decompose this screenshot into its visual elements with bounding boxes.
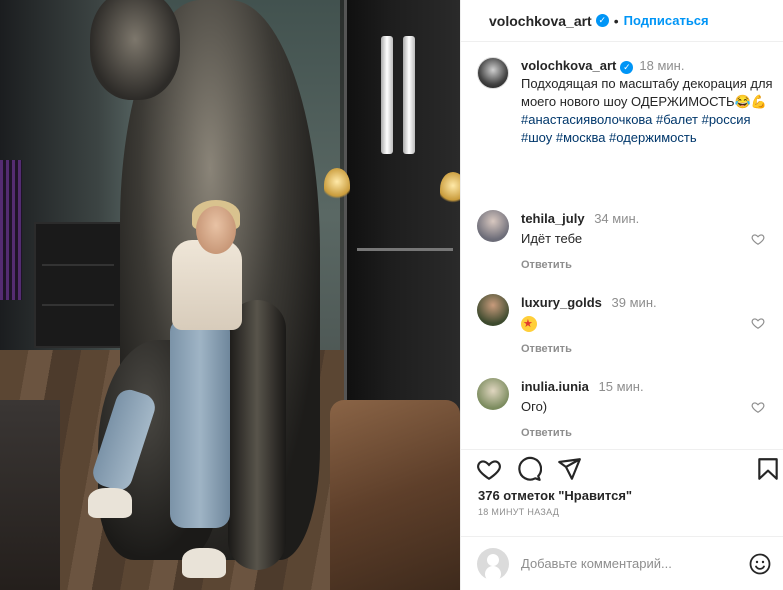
post-timestamp: 18 МИНУТ НАЗАД <box>478 507 560 517</box>
comment-time[interactable]: 15 мин. <box>599 379 644 394</box>
post-viewer: volochkova_art ✓ • Подписаться volochkov… <box>0 0 783 590</box>
comment-username[interactable]: inulia.iunia <box>521 379 589 394</box>
add-comment-bar <box>461 536 783 590</box>
photo-light-tube <box>381 36 393 154</box>
photo-neon-light <box>0 160 22 300</box>
photo-chandelier <box>324 168 350 202</box>
heart-icon[interactable] <box>476 456 502 482</box>
star-struck-emoji-icon <box>521 315 537 333</box>
comment-item: inulia.iunia 15 мин. Ого) <box>477 378 777 416</box>
photo-armchair <box>330 400 460 590</box>
bookmark-icon[interactable] <box>755 456 781 482</box>
reply-button[interactable]: Ответить <box>521 343 572 355</box>
photo-sneaker <box>88 488 132 518</box>
post-actions <box>461 449 783 493</box>
photo-light-tube <box>403 36 415 154</box>
photo-statue-leg <box>228 300 286 570</box>
comment-time[interactable]: 39 мин. <box>612 295 657 310</box>
comment-input[interactable] <box>521 556 741 571</box>
avatar <box>477 547 509 580</box>
share-icon[interactable] <box>556 456 582 482</box>
comment-icon[interactable] <box>516 456 542 482</box>
follow-button[interactable]: Подписаться <box>624 13 709 28</box>
comment-text: Идёт тебе <box>521 231 583 246</box>
caption-username[interactable]: volochkova_art <box>521 58 616 73</box>
photo-sneaker <box>182 548 226 578</box>
comment-username[interactable]: tehila_july <box>521 211 585 226</box>
post-photo[interactable] <box>0 0 460 590</box>
header-username[interactable]: volochkova_art <box>489 13 592 29</box>
photo-statue-head <box>90 0 180 100</box>
comment-body: luxury_golds 39 мин. <box>521 294 777 333</box>
avatar[interactable] <box>477 57 509 89</box>
comment-username[interactable]: luxury_golds <box>521 295 602 310</box>
caption-text: Подходящая по масштабу декорация для мое… <box>521 76 773 109</box>
comment-item: tehila_july 34 мин. Идёт тебе <box>477 210 777 248</box>
photo-person-torso <box>172 240 242 330</box>
comment-time[interactable]: 34 мин. <box>594 211 639 226</box>
post-header: volochkova_art ✓ • Подписаться <box>461 0 783 42</box>
post-sidebar: volochkova_art ✓ • Подписаться volochkov… <box>460 0 783 590</box>
photo-chandelier <box>440 172 460 206</box>
caption-time[interactable]: 18 мин. <box>639 58 684 73</box>
photo-person-legs <box>170 318 230 528</box>
caption-hashtags[interactable]: #анастасияволочкова #балет #россия #шоу … <box>521 112 751 145</box>
likes-count[interactable]: 376 отметок "Нравится" <box>478 488 632 503</box>
avatar[interactable] <box>477 378 509 410</box>
heart-icon[interactable] <box>751 232 765 246</box>
photo-mirror-panel <box>344 0 460 420</box>
verified-badge-icon: ✓ <box>595 14 609 27</box>
post-caption: volochkova_art ✓ 18 мин. Подходящая по мас… <box>477 57 777 147</box>
photo-shelf <box>357 248 453 251</box>
reply-button[interactable]: Ответить <box>521 259 572 271</box>
avatar[interactable] <box>477 210 509 242</box>
comment-body: inulia.iunia 15 мин. Ого) <box>521 378 777 416</box>
avatar[interactable] <box>477 294 509 326</box>
heart-icon[interactable] <box>751 400 765 414</box>
comment-item: luxury_golds 39 мин. <box>477 294 777 333</box>
comment-text: Ого) <box>521 399 548 414</box>
emoji-icon[interactable] <box>748 552 772 576</box>
comment-body: tehila_july 34 мин. Идёт тебе <box>521 210 777 248</box>
photo-speaker <box>34 222 122 348</box>
caption-body: volochkova_art ✓ 18 мин. Подходящая по мас… <box>521 57 777 147</box>
heart-icon[interactable] <box>751 316 765 330</box>
reply-button[interactable]: Ответить <box>521 427 572 439</box>
photo-person-head <box>196 206 236 254</box>
header-separator: • <box>613 12 619 29</box>
verified-badge-icon: ✓ <box>620 60 634 74</box>
photo-carpet <box>0 400 60 590</box>
comment-text <box>521 314 777 333</box>
